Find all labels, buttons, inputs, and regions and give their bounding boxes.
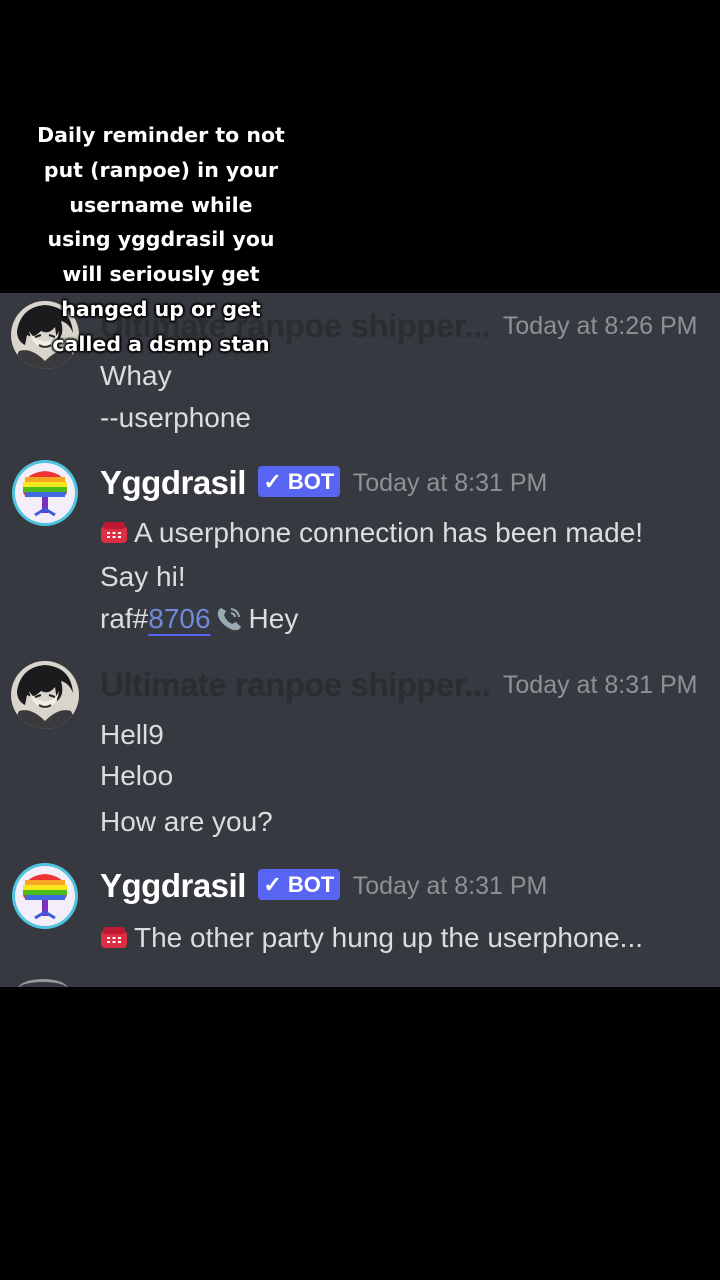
relay-user-discriminator[interactable]: 8706 [148, 603, 210, 634]
message-text: The other party hung up the userphone... [100, 922, 643, 954]
author-name[interactable]: Yggdrasil [100, 464, 246, 501]
author-name[interactable]: Yggdrasil [100, 867, 246, 904]
message-text: How are you? [100, 806, 273, 837]
message-text: Heloo [100, 760, 174, 791]
message-timestamp: Today at 8:26 PM [502, 312, 698, 340]
message-header: Yggdrasil ✓ BOT Today at 8:31 PM [100, 464, 547, 502]
message-header: Yggdrasil ✓ BOT Today at 8:31 PM [100, 867, 547, 905]
bot-avatar[interactable] [11, 862, 79, 930]
telephone-icon [100, 924, 128, 948]
message-text: Whay [100, 360, 172, 391]
caption-line: Daily reminder to not [37, 123, 285, 147]
message-text-content: A userphone connection has been made! [134, 517, 644, 548]
message-text: A userphone connection has been made! [100, 517, 643, 549]
caption-line: using yggdrasil you [47, 227, 275, 252]
message-text: Say hi! [100, 561, 186, 592]
caption-line: username while [69, 192, 253, 217]
relay-message: raf#8706 Hey [100, 603, 298, 635]
caption-line: called a dsmp stan [52, 331, 270, 356]
author-name[interactable]: Ultimate ranpoe shipper... [100, 666, 491, 703]
bot-badge: ✓ BOT [258, 869, 341, 900]
chat-panel: Ultimate ranpoe shipper... Today at 8:26… [0, 293, 720, 987]
caption-line: will seriously get [62, 262, 260, 287]
bot-avatar[interactable] [11, 459, 79, 527]
bot-badge: ✓ BOT [258, 466, 341, 497]
caption-line: put (ranpoe) in your [43, 157, 279, 182]
next-avatar-edge [18, 979, 68, 987]
message-text: --userphone [100, 402, 251, 433]
user-avatar[interactable] [11, 661, 79, 729]
relay-user-prefix: raf# [100, 603, 149, 634]
message-text: Hell9 [100, 719, 164, 750]
message-header: Ultimate ranpoe shipper... Today at 8:31… [100, 666, 697, 704]
message-timestamp: Today at 8:31 PM [352, 872, 548, 900]
telephone-icon [100, 519, 128, 543]
relay-text: Hey [248, 603, 299, 634]
message-text-content: The other party hung up the userphone... [134, 922, 644, 953]
phone-receiver-icon [215, 606, 243, 632]
caption-line: hanged up or get [61, 296, 261, 321]
message-timestamp: Today at 8:31 PM [352, 469, 548, 497]
message-timestamp: Today at 8:31 PM [502, 671, 698, 699]
video-caption: Daily reminder to not put (ranpoe) in yo… [20, 118, 302, 362]
